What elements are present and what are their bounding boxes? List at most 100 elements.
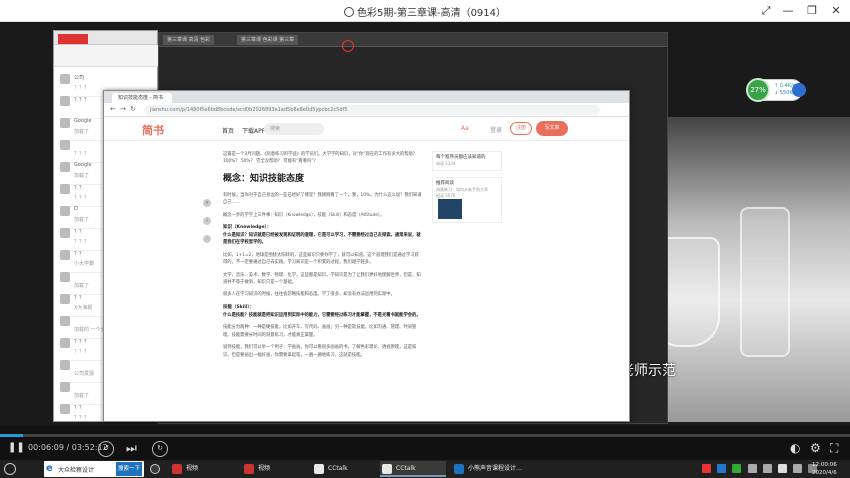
system-tray [702, 464, 820, 476]
article-paragraph: 什么是知识？知识就是已经被发现和证明的道理，它是可以学习，不需要经过自己去探索。… [223, 233, 421, 246]
sidebar-card-sub: 阅读 1234 [436, 161, 456, 166]
chat-avatar-icon [60, 74, 70, 84]
article-side-actions: ♥ ¥ ↗ [203, 199, 211, 253]
chat-item-sub: ？？？ [74, 349, 90, 355]
reload-icon: ↻ [130, 105, 136, 113]
tray-icon[interactable] [762, 464, 772, 473]
player-title: 色彩5期-第三章课-高清（0914） [0, 4, 850, 19]
memory-percent: 27% [746, 78, 770, 102]
pin-icon[interactable]: ⤢ [754, 2, 778, 19]
chat-item-sub: 加载了 [74, 393, 90, 399]
article-right-sidebar: 每个程序员都应该知道的 阅读 1234 推荐阅读 刻意练习：如何从新手到大师 阅… [432, 151, 502, 229]
site-nav-app: 下载APP [242, 128, 266, 135]
article-subheading: 知识（Knowledge）： [223, 225, 272, 231]
chat-item-sub: ？？？ [74, 239, 90, 245]
chat-item-label: ？？？ [74, 97, 90, 103]
taskbar-item[interactable]: 视频 [242, 461, 308, 477]
taskbar-item[interactable]: 小熊声音课程设计… [452, 461, 548, 477]
windows-taskbar: e 大众检察设计 搜索一下 视频 视频 CCtalk CCtalk 小熊声音课程设计… … [0, 460, 850, 478]
chat-item-label: Google [74, 118, 92, 124]
chat-item-sub: 加载了 [74, 217, 90, 223]
tray-icon[interactable] [717, 464, 727, 473]
chat-app-tabs [54, 45, 158, 67]
chat-avatar-icon [60, 96, 70, 106]
taskbar-clock[interactable]: 12:00:06 2020/4/6 [812, 461, 837, 477]
article-paragraph: 很多人在学习知识的时候，往往会忽略技能和态度。学了很多，却没有办法运用到实际中。 [223, 292, 395, 298]
player-logo-icon [343, 7, 354, 17]
chat-avatar-icon [60, 316, 70, 326]
chat-item-sub: 公司发展 [74, 371, 95, 377]
pause-button[interactable]: ❚❚ [8, 442, 25, 453]
chat-avatar-icon [60, 140, 70, 150]
start-icon[interactable] [4, 463, 16, 475]
chat-item-label: ？？ [74, 229, 85, 235]
next-button[interactable]: ⏭ [126, 441, 137, 456]
browser-tab: 知识技能态度 - 简书 [112, 93, 172, 103]
taskbar-item[interactable]: CCtalk [312, 461, 376, 477]
chat-avatar-icon [60, 404, 70, 414]
site-brand: 简书 [142, 124, 164, 137]
chat-app-thumb [58, 34, 88, 44]
chat-app-header [54, 31, 157, 45]
taskbar-app-icon[interactable] [148, 461, 168, 477]
tray-icon[interactable] [777, 464, 787, 473]
network-speed-widget[interactable]: 27% ↑ 0.4K/s ↓ 550K/s [746, 78, 806, 102]
volume-icon[interactable]: ◐ [790, 441, 800, 455]
site-search: 搜索 [264, 123, 324, 135]
chat-item-sub: ？？？ [74, 85, 90, 91]
chat-avatar-icon [60, 250, 70, 260]
chat-avatar-icon [60, 272, 70, 282]
fullscreen-icon[interactable]: ⛶ [830, 441, 838, 456]
settings-icon[interactable]: ⚙ [810, 441, 821, 455]
chat-avatar-icon [60, 162, 70, 172]
taskbar-search-box[interactable]: e 大众检察设计 搜索一下 [44, 461, 144, 477]
dark-app-bar: 第三章课 高清 色彩 第三章课 色彩课 第三章 [159, 33, 667, 47]
browser-address-bar: ← → ↻ jianshu.com/p/1480f5e6bd8bcode/xcd… [104, 103, 629, 117]
article-paragraph: 什么是技能？技能就是把知识运用到实际中的能力，它需要经过练习才能掌握，不是光看书… [223, 312, 421, 318]
chat-avatar-icon [60, 184, 70, 194]
taskbar-item[interactable]: 视频 [170, 461, 236, 477]
clock-date: 2020/4/6 [812, 470, 837, 476]
forward-15-button[interactable]: ↻ [152, 441, 168, 457]
reward-icon: ¥ [203, 217, 211, 225]
taskbar-item-label: CCtalk [396, 465, 416, 472]
back-icon: ← [110, 105, 116, 113]
sidebar-card: 推荐阅读 刻意练习：如何从新手到大师 阅读 5678 [432, 177, 502, 223]
accelerator-ball-icon [792, 83, 806, 97]
maximize-button[interactable]: ❐ [800, 2, 824, 19]
chat-avatar-icon [60, 294, 70, 304]
article-intro: 这篇是一个3月问题。《刻意练习的学徒》的学员们。大学学的知识，对“你”现在的工作… [223, 152, 418, 165]
close-button[interactable]: ✕ [824, 2, 848, 19]
tray-icon[interactable] [747, 464, 757, 473]
site-font-toggle: Aa [461, 125, 469, 132]
taskbar-item-label: 小熊声音课程设计… [468, 465, 523, 472]
minimize-button[interactable]: — [776, 2, 800, 19]
article-paragraph: 说到技能，我们可以举一个例子：学画画。你可以看很多画画的书，了解色彩理论、透视原… [223, 345, 417, 358]
chat-item-sub: X大海报 [74, 305, 93, 311]
taskbar-search-text: 大众检察设计 [58, 467, 95, 474]
article-body: 这篇是一个3月问题。《刻意练习的学徒》的学员们。大学学的知识，对“你”现在的工作… [223, 151, 423, 364]
article-paragraph: 比如，1+1=2，地球是围绕太阳转的，这些知识只要你学了，就可以知道。这个道理我… [223, 252, 419, 266]
player-title-text: 色彩5期-第三章课-高清（0914） [356, 8, 507, 19]
chat-avatar-icon [60, 360, 70, 370]
tray-icon[interactable] [702, 464, 711, 473]
taskbar-item-icon [172, 464, 182, 474]
time-separator: / [66, 443, 70, 452]
tray-icon[interactable] [793, 464, 803, 473]
seek-bar[interactable] [0, 426, 850, 438]
rewind-15-button[interactable]: ↺ [98, 441, 114, 457]
recorded-browser: 知识技能态度 - 简书 ← → ↻ jianshu.com/p/1480f5e6… [103, 90, 630, 422]
video-area[interactable]: 第三章课 高清 色彩 第三章课 色彩课 第三章 公司？？？？？？ Google 加载… [0, 22, 850, 426]
seek-track[interactable] [0, 434, 850, 437]
tray-icon[interactable] [732, 464, 742, 473]
taskbar-item-label: 视频 [258, 465, 271, 472]
article-subheading: 技能（Skill）： [223, 304, 255, 310]
taskbar-item[interactable]: CCtalk [380, 461, 446, 477]
chat-item-label: ？？？ [74, 339, 90, 345]
ie-icon: e [46, 463, 53, 474]
site-write: 写文章 [536, 121, 568, 136]
browser-tabs: 知识技能态度 - 简书 [104, 91, 629, 103]
taskbar-item-icon [314, 464, 324, 474]
taskbar-search-button[interactable]: 搜索一下 [116, 462, 142, 476]
share-icon: ↗ [203, 235, 211, 243]
